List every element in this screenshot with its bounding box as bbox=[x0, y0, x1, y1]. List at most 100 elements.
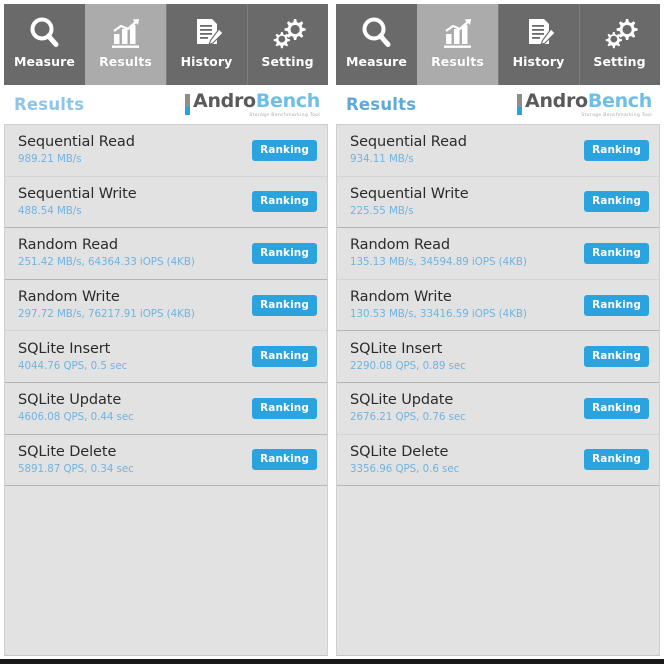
tab-bar: Measure Results History Setting bbox=[4, 4, 328, 85]
result-row[interactable]: SQLite Delete 3356.96 QPS, 0.6 sec Ranking bbox=[337, 434, 659, 487]
ranking-button[interactable]: Ranking bbox=[252, 242, 317, 264]
result-title: SQLite Insert bbox=[350, 340, 443, 357]
left-panel: Measure Results History Setting Results Andro… bbox=[4, 4, 328, 656]
logo-text: AndroBench Storage Benchmarking Tool bbox=[525, 89, 652, 118]
tab-history[interactable]: History bbox=[498, 4, 579, 85]
result-value: 488.54 MB/s bbox=[18, 204, 82, 217]
result-row-texts: SQLite Insert 4044.76 QPS, 0.5 sec bbox=[18, 341, 127, 373]
document-pencil-icon bbox=[521, 13, 557, 53]
ranking-button[interactable]: Ranking bbox=[252, 294, 317, 316]
result-row-texts: SQLite Delete 3356.96 QPS, 0.6 sec bbox=[350, 444, 459, 476]
result-value: 2676.21 QPS, 0.76 sec bbox=[350, 411, 466, 424]
result-row[interactable]: Sequential Write 225.55 MB/s Ranking bbox=[337, 176, 659, 229]
result-row[interactable]: SQLite Update 4606.08 QPS, 0.44 sec Rankin… bbox=[5, 382, 327, 435]
tab-results[interactable]: Results bbox=[417, 4, 498, 85]
result-row-texts: Random Read 135.13 MB/s, 34594.89 iOPS (4… bbox=[350, 237, 527, 269]
result-row-texts: Sequential Write 488.54 MB/s bbox=[18, 186, 137, 218]
gears-icon bbox=[270, 13, 306, 53]
ranking-button[interactable]: Ranking bbox=[252, 346, 317, 368]
result-row[interactable]: Random Write 130.53 MB/s, 33416.59 iOPS (… bbox=[337, 279, 659, 332]
result-row[interactable]: Sequential Read 989.21 MB/s Ranking bbox=[5, 125, 327, 177]
tab-label: Measure bbox=[345, 54, 408, 69]
ranking-button[interactable]: Ranking bbox=[584, 294, 649, 316]
tab-label: Results bbox=[431, 54, 484, 69]
tab-results[interactable]: Results bbox=[85, 4, 166, 85]
tab-history[interactable]: History bbox=[166, 4, 247, 85]
ranking-button[interactable]: Ranking bbox=[252, 449, 317, 471]
result-row[interactable]: SQLite Update 2676.21 QPS, 0.76 sec Rankin… bbox=[337, 382, 659, 435]
ranking-button[interactable]: Ranking bbox=[584, 191, 649, 213]
tab-label: History bbox=[512, 54, 565, 69]
tab-label: Setting bbox=[261, 54, 314, 69]
result-row[interactable]: SQLite Insert 2290.08 QPS, 0.89 sec Rankin… bbox=[337, 331, 659, 383]
logo-wordmark-bench: Bench bbox=[587, 89, 652, 112]
tab-label: Setting bbox=[593, 54, 646, 69]
ranking-button[interactable]: Ranking bbox=[584, 346, 649, 368]
ranking-button[interactable]: Ranking bbox=[252, 139, 317, 161]
logo-wordmark-bench: Bench bbox=[255, 89, 320, 112]
results-list: Sequential Read 989.21 MB/s Ranking Sequent… bbox=[4, 124, 328, 656]
result-value: 5891.87 QPS, 0.34 sec bbox=[18, 462, 134, 475]
result-value: 4606.08 QPS, 0.44 sec bbox=[18, 411, 134, 424]
result-row-texts: SQLite Insert 2290.08 QPS, 0.89 sec bbox=[350, 341, 466, 373]
result-row-texts: Random Write 297.72 MB/s, 76217.91 iOPS (… bbox=[18, 289, 195, 321]
ranking-button[interactable]: Ranking bbox=[584, 242, 649, 264]
result-row-texts: Sequential Write 225.55 MB/s bbox=[350, 186, 469, 218]
result-row-texts: Sequential Read 989.21 MB/s bbox=[18, 134, 135, 166]
logo-wordmark: AndroBench bbox=[193, 89, 320, 112]
panel-header: Results AndroBench Storage Benchmarking To… bbox=[4, 85, 328, 124]
result-value: 225.55 MB/s bbox=[350, 204, 414, 217]
tab-setting[interactable]: Setting bbox=[579, 4, 660, 85]
result-row[interactable]: Sequential Read 934.11 MB/s Ranking bbox=[337, 125, 659, 177]
logo-wordmark-andro: Andro bbox=[193, 89, 256, 112]
result-value: 934.11 MB/s bbox=[350, 153, 414, 166]
result-row-texts: Sequential Read 934.11 MB/s bbox=[350, 134, 467, 166]
result-row[interactable]: SQLite Insert 4044.76 QPS, 0.5 sec Ranking bbox=[5, 331, 327, 383]
right-panel: Measure Results History Setting Results Andro… bbox=[336, 4, 660, 656]
tab-measure[interactable]: Measure bbox=[4, 4, 85, 85]
gears-icon bbox=[602, 13, 638, 53]
result-value: 3356.96 QPS, 0.6 sec bbox=[350, 462, 460, 475]
tab-label: Measure bbox=[13, 54, 76, 69]
tab-label: Results bbox=[99, 54, 152, 69]
result-value: 297.72 MB/s, 76217.91 iOPS (4KB) bbox=[18, 308, 195, 321]
panel-header: Results AndroBench Storage Benchmarking To… bbox=[336, 85, 660, 124]
page-title: Results bbox=[346, 95, 417, 114]
logo-mark-icon bbox=[185, 94, 191, 115]
androbench-logo: AndroBench Storage Benchmarking Tool bbox=[185, 89, 320, 118]
result-title: Sequential Read bbox=[18, 134, 135, 151]
result-row-texts: SQLite Update 2676.21 QPS, 0.76 sec bbox=[350, 392, 466, 424]
result-row-texts: SQLite Delete 5891.87 QPS, 0.34 sec bbox=[18, 444, 134, 476]
ranking-button[interactable]: Ranking bbox=[252, 397, 317, 419]
result-title: Sequential Write bbox=[18, 185, 137, 202]
ranking-button[interactable]: Ranking bbox=[252, 191, 317, 213]
result-value: 989.21 MB/s bbox=[18, 153, 82, 166]
result-value: 135.13 MB/s, 34594.89 iOPS (4KB) bbox=[350, 256, 527, 269]
ranking-button[interactable]: Ranking bbox=[584, 139, 649, 161]
result-title: SQLite Update bbox=[18, 392, 122, 409]
result-row-texts: SQLite Update 4606.08 QPS, 0.44 sec bbox=[18, 392, 134, 424]
tab-measure[interactable]: Measure bbox=[336, 4, 417, 85]
result-value: 4044.76 QPS, 0.5 sec bbox=[18, 359, 128, 372]
tab-setting[interactable]: Setting bbox=[247, 4, 328, 85]
logo-wordmark-andro: Andro bbox=[525, 89, 588, 112]
ranking-button[interactable]: Ranking bbox=[584, 397, 649, 419]
result-row[interactable]: Sequential Write 488.54 MB/s Ranking bbox=[5, 176, 327, 229]
result-title: SQLite Delete bbox=[18, 443, 117, 460]
androbench-logo: AndroBench Storage Benchmarking Tool bbox=[517, 89, 652, 118]
logo-text: AndroBench Storage Benchmarking Tool bbox=[193, 89, 320, 118]
result-title: SQLite Update bbox=[350, 392, 454, 409]
ranking-button[interactable]: Ranking bbox=[584, 449, 649, 471]
result-title: Random Read bbox=[350, 237, 450, 254]
tab-label: History bbox=[180, 54, 233, 69]
result-row[interactable]: SQLite Delete 5891.87 QPS, 0.34 sec Rankin… bbox=[5, 434, 327, 487]
result-title: Random Read bbox=[18, 237, 118, 254]
tab-bar: Measure Results History Setting bbox=[336, 4, 660, 85]
result-title: SQLite Insert bbox=[18, 340, 111, 357]
result-row[interactable]: Random Read 135.13 MB/s, 34594.89 iOPS (4… bbox=[337, 228, 659, 280]
logo-tagline: Storage Benchmarking Tool bbox=[581, 112, 652, 118]
result-row[interactable]: Random Read 251.42 MB/s, 64364.33 iOPS (4… bbox=[5, 228, 327, 280]
document-pencil-icon bbox=[189, 13, 225, 53]
result-row[interactable]: Random Write 297.72 MB/s, 76217.91 iOPS (… bbox=[5, 279, 327, 332]
screenshot-root: Measure Results History Setting Results Andro… bbox=[0, 0, 664, 664]
